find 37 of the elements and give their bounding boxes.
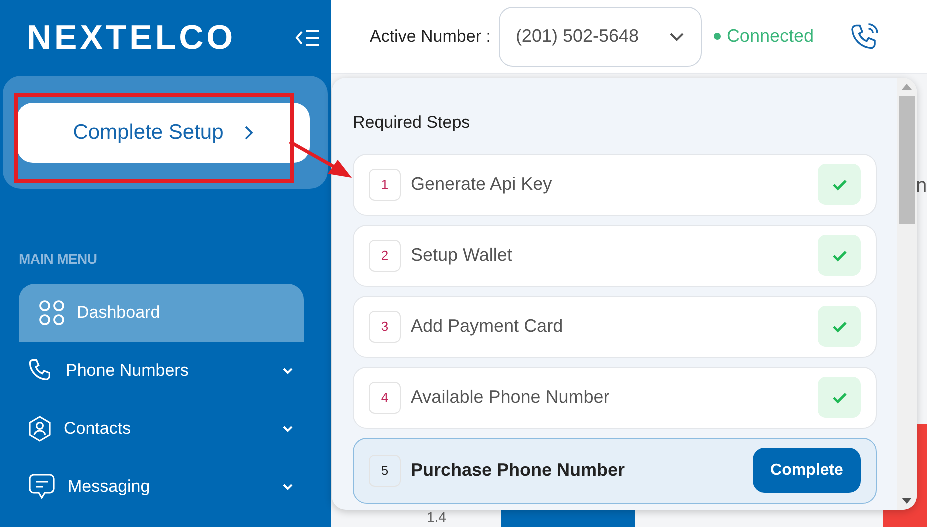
connection-status: Connected — [714, 23, 814, 50]
step-label: Available Phone Number — [411, 386, 611, 409]
complete-button[interactable]: Complete — [753, 448, 861, 493]
complete-setup-button[interactable]: Complete Setup — [17, 102, 310, 162]
heading-text: n — [916, 174, 927, 199]
step-number: 4 — [369, 382, 401, 414]
chevron-down-icon — [668, 32, 685, 42]
collapse-menu-icon[interactable] — [295, 28, 321, 48]
step-number: 5 — [369, 454, 401, 486]
scrollbar-thumb[interactable] — [899, 96, 915, 224]
checkmark-icon — [818, 306, 861, 347]
chevron-right-icon — [244, 124, 254, 140]
grid-icon — [39, 300, 65, 326]
scroll-down-icon[interactable] — [902, 498, 912, 504]
step-number: 1 — [369, 168, 401, 200]
phone-call-icon[interactable] — [850, 22, 880, 52]
active-number-label: Active Number : — [370, 26, 491, 48]
checkmark-icon — [818, 164, 861, 205]
popup-title: Required Steps — [353, 112, 472, 134]
step-label: Purchase Phone Number — [411, 459, 626, 482]
checkmark-icon — [818, 235, 861, 276]
active-number-dropdown[interactable]: (201) 502-5648 — [498, 6, 702, 66]
contact-icon — [28, 416, 52, 442]
step-label: Setup Wallet — [411, 244, 514, 267]
step-number: 3 — [369, 310, 401, 342]
step-number: 2 — [369, 240, 401, 272]
checkmark-icon — [818, 377, 861, 418]
sidebar-menu-item[interactable]: Phone Numbers — [19, 342, 304, 400]
axis-label: 1.4 — [427, 508, 446, 527]
scrollbar[interactable] — [897, 78, 917, 510]
sidebar-menu-item[interactable]: Contacts — [19, 400, 304, 458]
message-icon — [28, 473, 56, 501]
step-label: Add Payment Card — [411, 315, 564, 338]
sidebar-menu-item[interactable]: Messaging — [19, 458, 304, 516]
step-label: Generate Api Key — [411, 173, 554, 196]
logo: NEXTELCO — [27, 21, 236, 55]
section-label: MAIN MENU — [19, 250, 98, 269]
